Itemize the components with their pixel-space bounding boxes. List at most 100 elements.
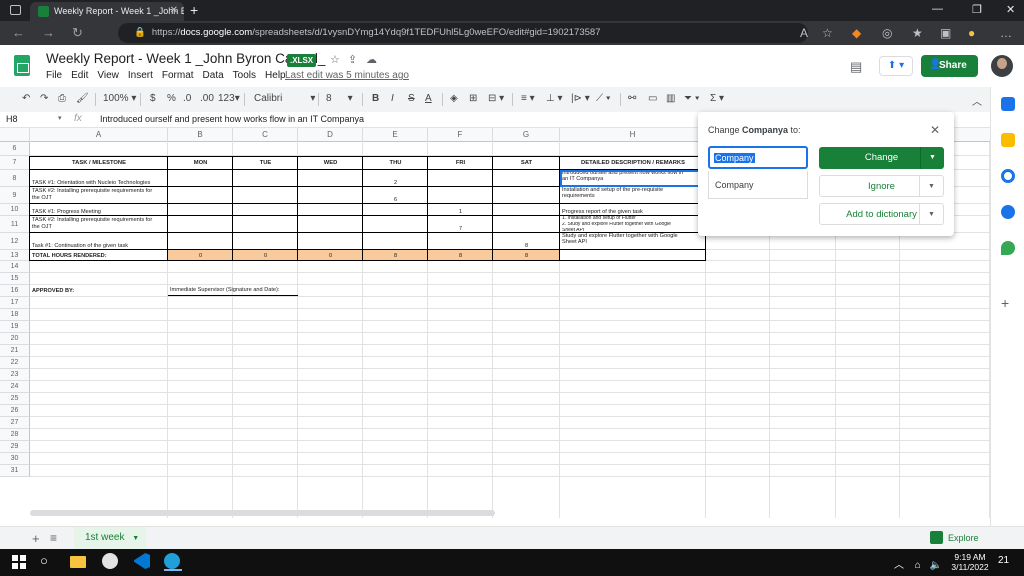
row-header-25[interactable]: 25 bbox=[0, 393, 30, 405]
row-header-11[interactable]: 11 bbox=[0, 216, 30, 233]
vscode-icon[interactable] bbox=[134, 553, 152, 571]
hours-cell-thu[interactable]: 2 bbox=[363, 180, 428, 186]
column-header-g[interactable]: G bbox=[493, 128, 560, 142]
column-header-c[interactable]: C bbox=[233, 128, 298, 142]
chevron-down-icon[interactable]: ▼ bbox=[919, 204, 943, 224]
back-icon[interactable]: ← bbox=[12, 25, 25, 40]
reload-icon[interactable]: ↻ bbox=[72, 25, 83, 41]
percent-button[interactable]: % bbox=[167, 93, 176, 104]
column-header-e[interactable]: E bbox=[363, 128, 428, 142]
favorites-bar-icon[interactable]: ★ bbox=[912, 26, 923, 40]
star-icon[interactable]: ☆ bbox=[330, 53, 340, 66]
font-size-select[interactable]: 8 ▾ bbox=[326, 93, 353, 104]
task-cell[interactable]: Task #1: Continuation of the given task bbox=[32, 243, 166, 249]
suggestion-input[interactable]: Company bbox=[708, 146, 808, 169]
show-hidden-icons[interactable]: ︿ bbox=[894, 560, 904, 571]
menu-tools[interactable]: Tools bbox=[233, 70, 256, 81]
url-field[interactable]: 🔒 https://docs.google.com/spreadsheets/d/… bbox=[118, 23, 808, 43]
all-sheets-icon[interactable]: ≡ bbox=[50, 531, 57, 545]
description-cell-line[interactable]: Progress report of the given task bbox=[562, 209, 704, 215]
selected-cell-h8[interactable] bbox=[560, 170, 706, 187]
functions-icon[interactable]: Σ ▾ bbox=[710, 93, 724, 104]
maps-icon[interactable] bbox=[1001, 241, 1015, 255]
row-header-29[interactable]: 29 bbox=[0, 441, 30, 453]
table-header-cell[interactable]: TUE bbox=[233, 160, 298, 166]
menu-format[interactable]: Format bbox=[162, 70, 194, 81]
row-header-26[interactable]: 26 bbox=[0, 405, 30, 417]
text-color-button[interactable]: A bbox=[425, 93, 432, 104]
row-header-15[interactable]: 15 bbox=[0, 273, 30, 285]
new-tab-icon[interactable]: + bbox=[190, 2, 198, 18]
volume-icon[interactable]: 🔈 bbox=[930, 560, 942, 571]
hours-cell-sat[interactable]: 8 bbox=[493, 243, 560, 249]
menu-view[interactable]: View bbox=[97, 70, 119, 81]
notifications-icon[interactable]: 21 bbox=[998, 555, 1009, 566]
total-hours-cell[interactable]: 0 bbox=[233, 253, 298, 259]
total-hours-cell[interactable]: 8 bbox=[428, 253, 493, 259]
restore-icon[interactable]: ❐ bbox=[972, 3, 982, 16]
column-header-d[interactable]: D bbox=[298, 128, 363, 142]
table-header-cell[interactable]: DETAILED DESCRIPTION / REMARKS bbox=[560, 160, 706, 166]
clock[interactable]: 9:19 AM 3/11/2022 bbox=[948, 552, 992, 572]
close-window-icon[interactable]: ✕ bbox=[1006, 3, 1015, 16]
increase-decimal-button[interactable]: .00 bbox=[200, 93, 214, 104]
add-on-icon[interactable]: + bbox=[1001, 295, 1009, 311]
forward-icon[interactable]: → bbox=[42, 25, 55, 40]
column-header-h[interactable]: H bbox=[560, 128, 706, 142]
row-header-28[interactable]: 28 bbox=[0, 429, 30, 441]
task-cell[interactable]: TASK #2: Installing prerequisite require… bbox=[32, 217, 166, 223]
search-icon[interactable]: ○ bbox=[40, 553, 58, 571]
total-hours-cell[interactable]: 0 bbox=[168, 253, 233, 259]
currency-button[interactable]: $ bbox=[150, 93, 156, 104]
chevron-down-icon[interactable]: ▼ bbox=[920, 147, 944, 169]
strikethrough-button[interactable]: S bbox=[408, 93, 415, 104]
browser-window-icon[interactable] bbox=[10, 5, 21, 15]
change-button[interactable]: Change ▼ bbox=[819, 147, 944, 169]
print-icon[interactable]: ⎙ bbox=[58, 93, 66, 104]
text-wrap-icon[interactable]: |⊳ ▾ bbox=[571, 93, 590, 104]
undo-icon[interactable]: ↶ bbox=[22, 93, 30, 104]
row-header-9[interactable]: 9 bbox=[0, 187, 30, 204]
row-header-13[interactable]: 13 bbox=[0, 250, 30, 261]
cloud-status-icon[interactable]: ☁ bbox=[366, 53, 377, 66]
row-header-24[interactable]: 24 bbox=[0, 381, 30, 393]
comment-history-icon[interactable]: ▤ bbox=[850, 59, 862, 75]
italic-button[interactable]: I bbox=[391, 93, 394, 104]
row-header-27[interactable]: 27 bbox=[0, 417, 30, 429]
task-cell[interactable]: TASK #1: Orientation with Nucleio Techno… bbox=[32, 180, 166, 186]
bold-button[interactable]: B bbox=[372, 93, 379, 104]
table-header-cell[interactable]: MON bbox=[168, 160, 233, 166]
column-header-corner[interactable] bbox=[0, 128, 30, 142]
row-header-20[interactable]: 20 bbox=[0, 333, 30, 345]
horizontal-align-icon[interactable]: ≡ ▾ bbox=[521, 93, 535, 104]
hours-cell-fri[interactable]: 1 bbox=[428, 209, 493, 215]
formula-input[interactable]: Introduced ourself and present how works… bbox=[100, 114, 364, 124]
column-header-f[interactable]: F bbox=[428, 128, 493, 142]
row-header-6[interactable]: 6 bbox=[0, 142, 30, 156]
row-header-7[interactable]: 7 bbox=[0, 156, 30, 170]
row-header-19[interactable]: 19 bbox=[0, 321, 30, 333]
ignore-button[interactable]: Ignore ▼ bbox=[819, 175, 944, 197]
calendar-icon[interactable] bbox=[1001, 97, 1015, 111]
horizontal-scrollbar[interactable] bbox=[30, 510, 495, 516]
name-box[interactable]: H8 bbox=[6, 114, 18, 124]
keep-icon[interactable] bbox=[1001, 133, 1015, 147]
suggestion-option[interactable]: Company bbox=[708, 171, 808, 199]
decrease-decimal-button[interactable]: .0 bbox=[183, 93, 191, 104]
document-title[interactable]: Weekly Report - Week 1 _John Byron Canue… bbox=[46, 51, 325, 66]
read-aloud-icon[interactable]: A bbox=[800, 26, 808, 40]
insert-chart-icon[interactable]: ▥ bbox=[666, 93, 675, 104]
row-header-14[interactable]: 14 bbox=[0, 261, 30, 273]
edge-browser-icon[interactable] bbox=[164, 553, 182, 571]
name-box-dropdown-icon[interactable]: ▾ bbox=[58, 114, 62, 122]
close-tab-icon[interactable]: ✕ bbox=[170, 5, 178, 16]
paint-format-icon[interactable]: 🖌 bbox=[76, 93, 89, 104]
insert-link-icon[interactable]: ⚯ bbox=[628, 93, 636, 104]
chevron-down-icon[interactable]: ▼ bbox=[919, 176, 943, 196]
network-icon[interactable]: ⌂ bbox=[915, 560, 921, 571]
extension-metamask-icon[interactable]: ◆ bbox=[852, 26, 861, 40]
total-hours-cell[interactable]: 8 bbox=[363, 253, 428, 259]
description-cell-line[interactable]: Sheet API bbox=[562, 239, 704, 245]
contacts-icon[interactable] bbox=[1001, 205, 1015, 219]
row-header-31[interactable]: 31 bbox=[0, 465, 30, 477]
